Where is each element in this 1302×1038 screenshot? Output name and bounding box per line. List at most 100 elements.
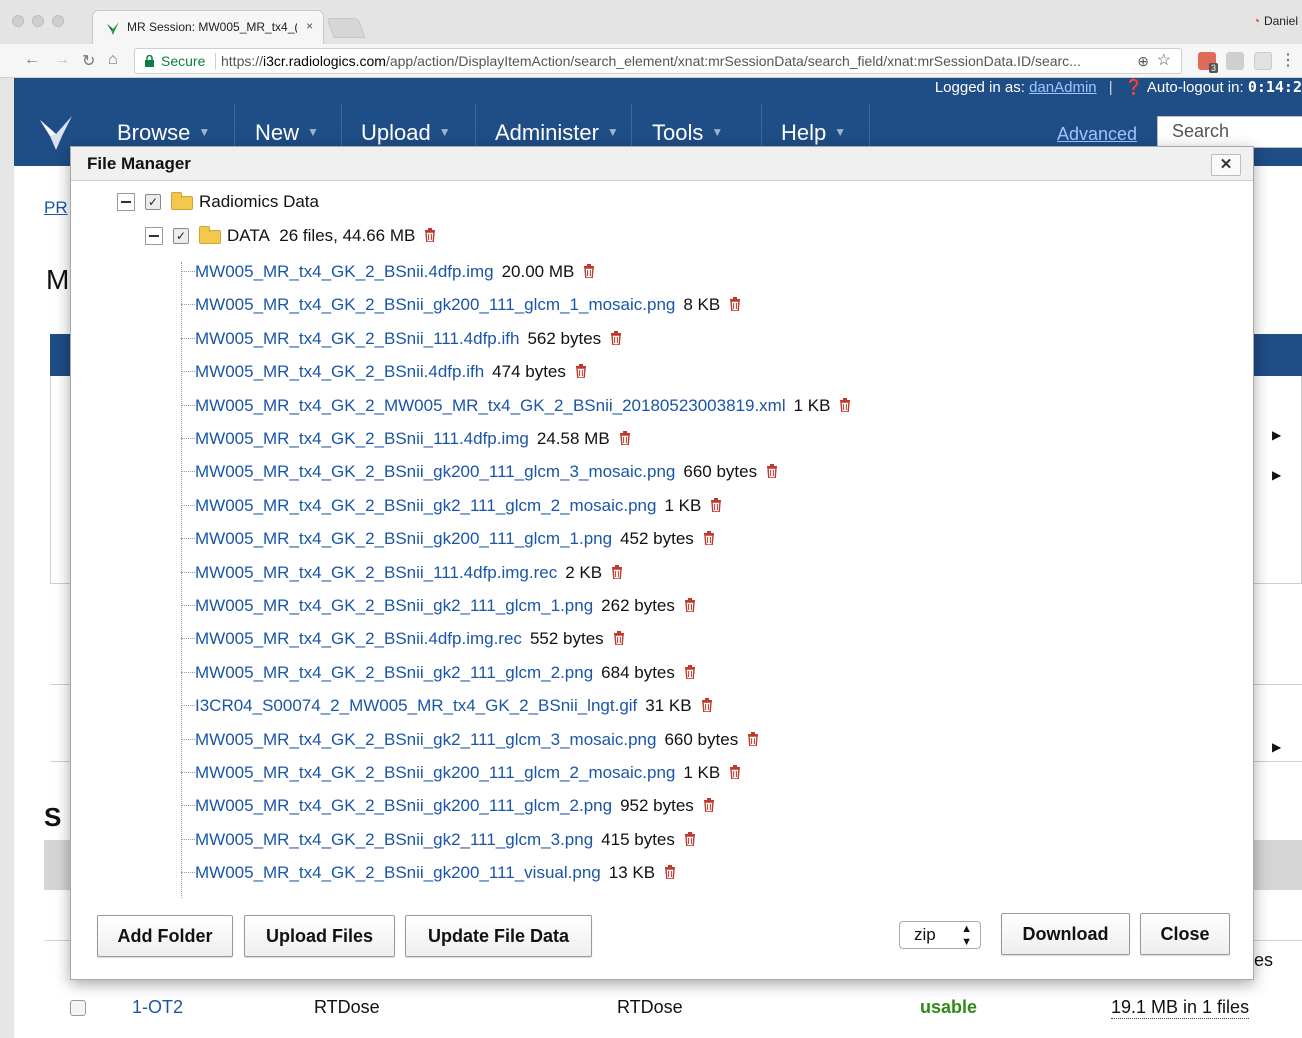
trash-icon[interactable] [613,631,625,646]
trash-icon[interactable] [839,397,851,412]
trash-icon[interactable] [583,264,595,278]
extension-pocket-icon[interactable] [1226,52,1244,70]
file-link[interactable]: MW005_MR_tx4_GK_2_BSnii_gk200_111_glcm_1… [195,295,675,314]
profile-button[interactable]: ◔ Daniel [1253,14,1298,28]
tree-connector [181,371,195,373]
trash-icon[interactable] [729,297,741,312]
add-folder-button[interactable]: Add Folder [97,915,233,957]
file-link[interactable]: MW005_MR_tx4_GK_2_BSnii_gk200_111_glcm_3… [195,462,675,481]
file-link[interactable]: MW005_MR_tx4_GK_2_BSnii_gk200_111_glcm_1… [195,529,612,548]
expand-arrow-icon[interactable]: ▶ [1272,740,1281,754]
scan-id-link[interactable]: 1-OT2 [132,997,183,1018]
file-link[interactable]: MW005_MR_tx4_GK_2_BSnii_111.4dfp.ifh [195,329,519,348]
file-manager-dialog: File Manager ✕ ✓ Radiomics Data ✓ DATA 2… [70,146,1254,980]
nav-tools[interactable]: Tools ▼ [652,120,723,146]
close-icon[interactable]: ✕ [1211,154,1241,176]
checkbox-checked-icon[interactable]: ✓ [173,228,189,244]
browser-tab[interactable]: MR Session: MW005_MR_tx4_( × [92,10,324,44]
expand-arrow-icon[interactable]: ▶ [1272,428,1281,442]
trash-icon[interactable] [610,330,622,345]
file-link[interactable]: MW005_MR_tx4_GK_2_BSnii_gk2_111_glcm_2_m… [195,496,656,515]
file-link[interactable]: MW005_MR_tx4_GK_2_BSnii_gk2_111_glcm_2.p… [195,663,593,682]
collapse-icon[interactable] [117,193,135,211]
trash-icon[interactable] [684,664,696,679]
download-button[interactable]: Download [1001,913,1130,955]
trash-icon[interactable] [684,598,696,612]
advanced-search-link[interactable]: Advanced [1057,124,1137,145]
tree-connector [181,805,195,807]
autologout-label: Auto-logout in: [1146,79,1244,96]
search-input[interactable]: Search [1157,116,1302,148]
file-link[interactable]: MW005_MR_tx4_GK_2_BSnii_gk2_111_glcm_1.p… [195,596,593,615]
forward-arrow-icon[interactable]: → [54,51,70,69]
expand-arrow-icon[interactable]: ▶ [1272,468,1281,482]
upload-files-button[interactable]: Upload Files [244,915,395,957]
file-size: 1 KB [793,395,831,415]
tree-connector [181,504,195,506]
trash-icon[interactable] [684,831,696,846]
address-bar[interactable]: Secure https://i3cr.radiologics.com/app/… [134,48,1182,74]
back-arrow-icon[interactable]: ← [24,51,40,69]
file-link[interactable]: MW005_MR_tx4_GK_2_BSnii.4dfp.ifh [195,362,484,381]
folder-icon [171,192,193,210]
file-link[interactable]: MW005_MR_tx4_GK_2_BSnii_111.4dfp.img [195,429,529,448]
file-link[interactable]: MW005_MR_tx4_GK_2_BSnii.4dfp.img.rec [195,629,522,648]
extension-mail-icon[interactable]: 3 [1198,52,1218,73]
new-tab-button[interactable] [326,18,366,38]
file-size: 660 bytes [683,462,758,482]
browser-menu-icon[interactable]: ⋮ [1280,50,1296,70]
download-format-select[interactable]: zip ▲ ▼ [899,921,981,949]
trash-icon[interactable] [424,228,436,242]
bookmark-star-icon[interactable]: ☆ [1157,49,1171,73]
file-link[interactable]: MW005_MR_tx4_GK_2_BSnii_gk2_111_glcm_3.p… [195,830,593,849]
trash-icon[interactable] [575,364,587,379]
trash-icon[interactable] [766,464,778,479]
file-link[interactable]: MW005_MR_tx4_GK_2_MW005_MR_tx4_GK_2_BSni… [195,396,786,415]
collapse-icon[interactable] [145,227,163,245]
reload-icon[interactable]: ↻ [82,51,95,71]
checkbox-checked-icon[interactable]: ✓ [145,194,161,210]
tab-close-icon[interactable]: × [306,19,313,33]
nav-browse[interactable]: Browse ▼ [117,120,210,146]
update-file-data-button[interactable]: Update File Data [405,915,592,957]
chevron-down-icon: ▼ [711,125,724,139]
breadcrumb-project-link[interactable]: PR [44,198,68,218]
extension-generic-icon[interactable] [1254,52,1272,70]
trash-icon[interactable] [664,865,676,880]
window-minimize-dot[interactable] [32,15,44,27]
trash-icon[interactable] [703,531,715,546]
nav-new[interactable]: New ▼ [255,120,319,146]
nav-administer[interactable]: Administer ▼ [495,120,619,146]
file-link[interactable]: MW005_MR_tx4_GK_2_BSnii_111.4dfp.img.rec [195,563,557,582]
trash-icon[interactable] [611,564,623,579]
tree-connector [181,638,195,640]
scan-files-link[interactable]: 19.1 MB in 1 files [1111,997,1250,1019]
trash-icon[interactable] [747,731,759,746]
home-icon[interactable]: ⌂ [108,51,118,69]
close-button[interactable]: Close [1140,913,1230,955]
file-link[interactable]: MW005_MR_tx4_GK_2_BSnii_gk2_111_glcm_3_m… [195,730,656,749]
username-link[interactable]: danAdmin [1029,79,1097,96]
folder-label: Radiomics Data [199,192,319,211]
file-row: MW005_MR_tx4_GK_2_BSnii_gk200_111_glcm_3… [181,460,778,484]
window-zoom-dot[interactable] [52,15,64,27]
file-link[interactable]: MW005_MR_tx4_GK_2_BSnii.4dfp.img [195,262,494,281]
nav-help[interactable]: Help ▼ [781,120,846,146]
file-link[interactable]: MW005_MR_tx4_GK_2_BSnii_gk200_111_glcm_2… [195,796,612,815]
file-link[interactable]: MW005_MR_tx4_GK_2_BSnii_gk200_111_visual… [195,863,601,882]
nav-browse-label: Browse [117,120,191,145]
zoom-icon[interactable]: ⊕ [1137,49,1149,73]
nav-upload[interactable]: Upload ▼ [361,120,451,146]
dialog-header: File Manager ✕ [71,147,1253,181]
trash-icon[interactable] [619,431,631,445]
window-close-dot[interactable] [12,15,24,27]
trash-icon[interactable] [701,698,713,713]
trash-icon[interactable] [703,798,715,813]
file-link[interactable]: I3CR04_S00074_2_MW005_MR_tx4_GK_2_BSnii_… [195,696,637,715]
file-link[interactable]: MW005_MR_tx4_GK_2_BSnii_gk200_111_glcm_2… [195,763,675,782]
file-row: MW005_MR_tx4_GK_2_BSnii.4dfp.img.rec 552 … [181,627,625,651]
scan-row-checkbox[interactable] [70,1000,86,1016]
trash-icon[interactable] [729,765,741,779]
file-size: 452 bytes [620,529,694,549]
trash-icon[interactable] [710,497,722,512]
